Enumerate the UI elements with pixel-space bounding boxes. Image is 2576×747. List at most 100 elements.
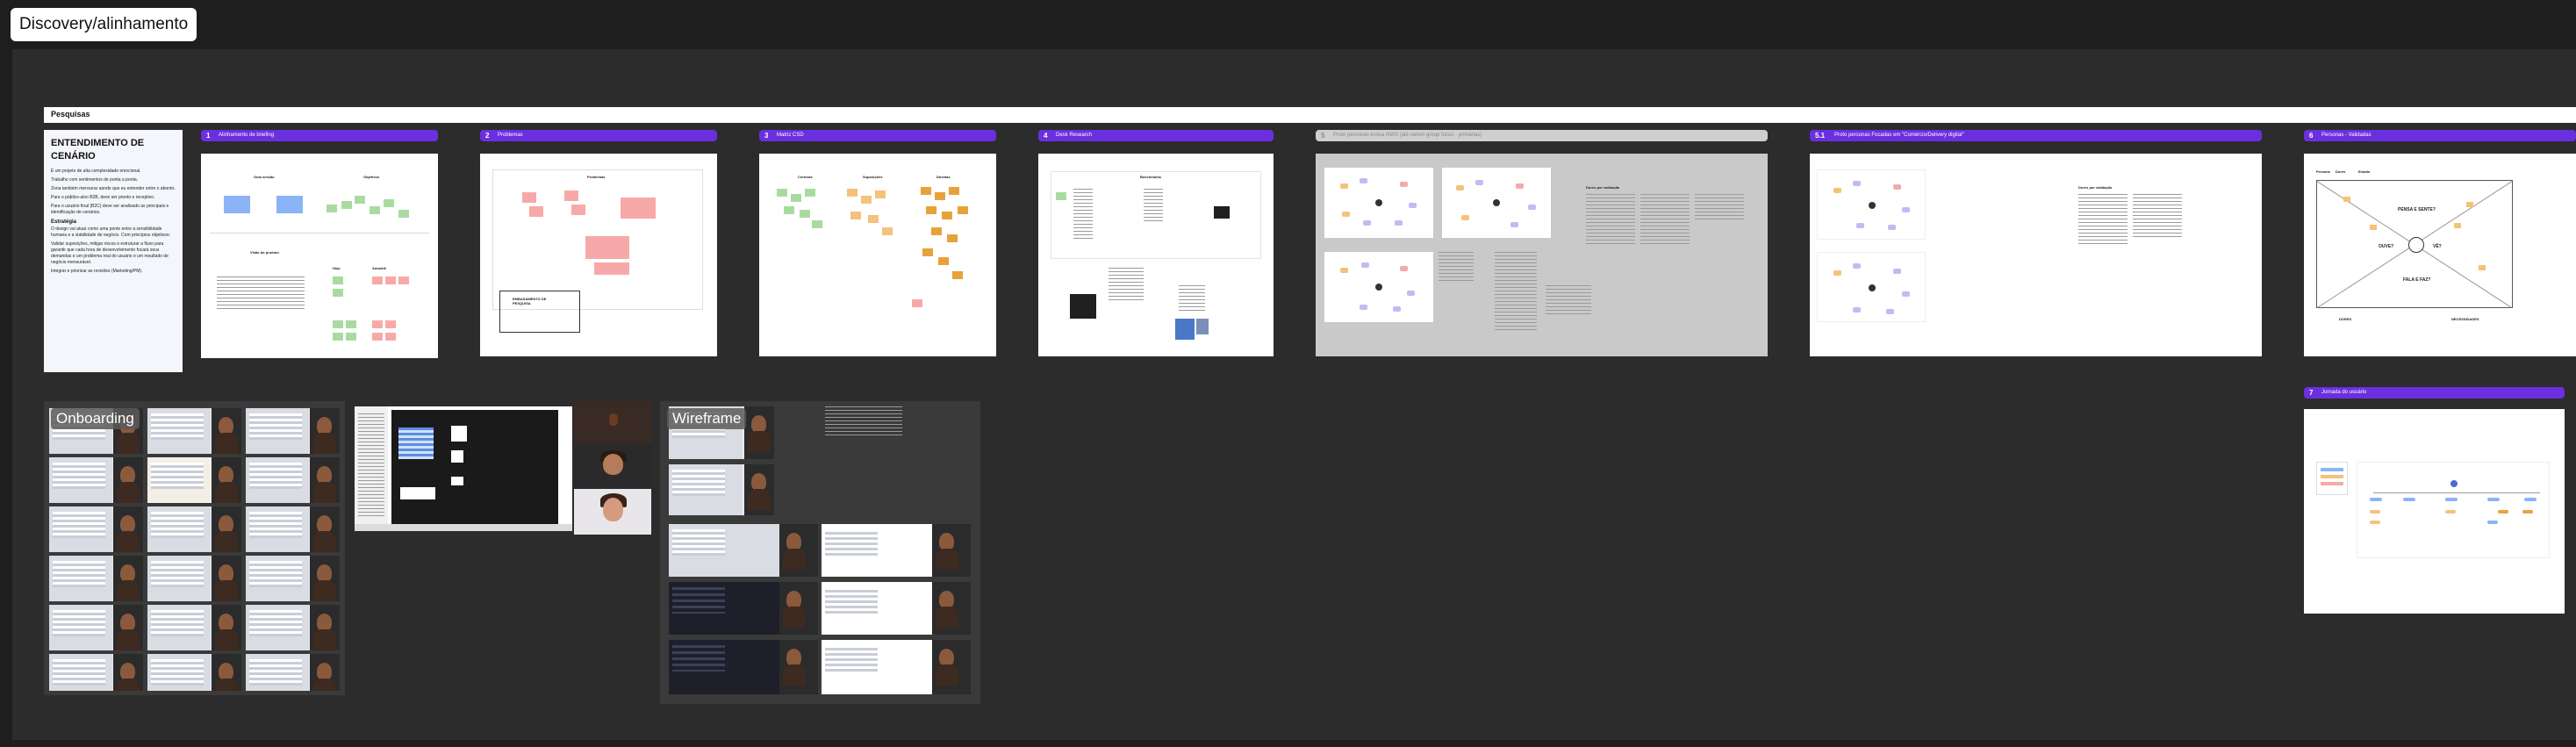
- mindmap-card[interactable]: [1442, 168, 1551, 238]
- desk-research-board[interactable]: Benchmarks: [1038, 154, 1274, 356]
- sticky-note[interactable]: [926, 206, 936, 214]
- sticky-note[interactable]: [847, 189, 857, 197]
- onboarding-screenshot[interactable]: [147, 605, 241, 650]
- frame-tag-desk-research[interactable]: 4 Desk Research: [1038, 130, 1274, 141]
- flow-step[interactable]: [2445, 498, 2458, 501]
- meeting-screenshot[interactable]: [355, 406, 572, 531]
- sticky-note[interactable]: [777, 189, 787, 197]
- onboarding-group[interactable]: Onboarding: [44, 401, 345, 695]
- wireframe-screenshot[interactable]: [822, 640, 971, 694]
- mindmap-card[interactable]: [1817, 252, 1926, 322]
- mindmap-card[interactable]: [1817, 169, 1926, 240]
- wireframe-screenshot[interactable]: [669, 640, 818, 694]
- sticky-note[interactable]: [333, 320, 343, 328]
- journey-start-node[interactable]: [2450, 480, 2458, 487]
- proto-personas-board[interactable]: Dores por validação: [1316, 154, 1768, 356]
- sticky-note[interactable]: [529, 206, 543, 217]
- mindmap-card[interactable]: [1324, 252, 1433, 322]
- sticky-note[interactable]: [333, 333, 343, 341]
- sticky-note[interactable]: [385, 333, 396, 341]
- sticky-note[interactable]: [921, 187, 931, 195]
- sticky-note[interactable]: [372, 277, 383, 284]
- flow-step[interactable]: [2487, 521, 2498, 524]
- flow-step[interactable]: [2403, 498, 2415, 501]
- wireframe-group[interactable]: Wireframe: [660, 401, 980, 704]
- sticky-note[interactable]: [571, 205, 585, 215]
- sticky-note[interactable]: [947, 234, 958, 242]
- sticky-note[interactable]: [370, 206, 380, 214]
- onboarding-screenshot[interactable]: [246, 506, 340, 552]
- frame-tag-validated-personas[interactable]: 6 Personas - Validadas: [2304, 130, 2576, 141]
- participant-video-3[interactable]: [574, 489, 651, 535]
- frame-tag-csd[interactable]: 3 Matriz CSD: [759, 130, 996, 141]
- screenshot-thumb[interactable]: [1196, 319, 1209, 334]
- onboarding-screenshot[interactable]: [147, 556, 241, 601]
- sticky-note[interactable]: [850, 212, 861, 219]
- onboarding-screenshot[interactable]: [246, 408, 340, 454]
- sticky-note[interactable]: [952, 271, 963, 279]
- onboarding-screenshot[interactable]: [147, 457, 241, 503]
- sticky-note[interactable]: [621, 198, 656, 219]
- frame-tag-problems[interactable]: 2 Problemas: [480, 130, 717, 141]
- sticky-note[interactable]: [346, 333, 356, 341]
- sticky-note[interactable]: [868, 215, 879, 223]
- onboarding-screenshot[interactable]: [246, 556, 340, 601]
- sticky-note[interactable]: [805, 189, 815, 197]
- sticky-note[interactable]: [800, 210, 810, 218]
- mindmap-card[interactable]: [1324, 168, 1433, 238]
- frame-tag-proto-personas[interactable]: 5 Proto personas evoca NWS (até serem gr…: [1316, 130, 1768, 141]
- sticky-note[interactable]: [333, 277, 343, 284]
- empathy-map[interactable]: PENSA E SENTE? OUVE? VÊ? FALA E FAZ?: [2316, 180, 2513, 308]
- sticky-note[interactable]: [346, 320, 356, 328]
- sticky-note[interactable]: [938, 257, 949, 265]
- sticky-note[interactable]: [812, 220, 822, 228]
- onboarding-screenshot[interactable]: [49, 506, 143, 552]
- frame-tag-user-journey[interactable]: 7 Jornada do usuário: [2304, 387, 2565, 399]
- sticky-note[interactable]: [585, 236, 629, 259]
- sticky-note[interactable]: [935, 192, 945, 200]
- wireframe-screenshot[interactable]: [822, 524, 971, 577]
- sticky-note[interactable]: [372, 320, 383, 328]
- user-journey-board[interactable]: [2304, 409, 2565, 614]
- sticky-note[interactable]: [931, 227, 942, 235]
- sticky-note[interactable]: [875, 190, 886, 198]
- sticky-note[interactable]: [385, 320, 396, 328]
- onboarding-screenshot[interactable]: [49, 605, 143, 650]
- problems-board[interactable]: Problemas EMBASAMENTO DE PESQUISA: [480, 154, 717, 356]
- sticky-note[interactable]: [398, 210, 409, 218]
- section-header[interactable]: Pesquisas: [44, 107, 2576, 123]
- onboarding-screenshot[interactable]: [147, 506, 241, 552]
- flow-step[interactable]: [2370, 510, 2380, 514]
- sticky-note[interactable]: [341, 201, 352, 209]
- sticky-note[interactable]: [2370, 225, 2377, 230]
- onboarding-screenshot[interactable]: [147, 654, 241, 691]
- sticky-note[interactable]: [922, 248, 933, 256]
- onboarding-screenshot[interactable]: [49, 457, 143, 503]
- onboarding-screenshot[interactable]: [246, 457, 340, 503]
- screenshot-thumb[interactable]: [1070, 294, 1096, 319]
- flow-step[interactable]: [2498, 510, 2508, 514]
- flow-step[interactable]: [2524, 498, 2537, 501]
- sticky-note[interactable]: [398, 277, 409, 284]
- research-basis-box[interactable]: EMBASAMENTO DE PESQUISA: [499, 291, 580, 333]
- wireframe-screenshot[interactable]: [669, 524, 818, 577]
- sticky-note[interactable]: [2343, 197, 2350, 202]
- journey-legend[interactable]: [2316, 462, 2348, 495]
- onboarding-screenshot[interactable]: [147, 408, 241, 454]
- flow-step[interactable]: [2445, 510, 2456, 514]
- sticky-note[interactable]: [958, 206, 968, 214]
- document-title-badge[interactable]: Discovery/alinhamento: [11, 8, 197, 41]
- csd-matrix-board[interactable]: Certezas Suposições Dúvidas: [759, 154, 996, 356]
- sticky-note[interactable]: [949, 187, 959, 195]
- sticky-note[interactable]: [372, 333, 383, 341]
- sticky-note[interactable]: [594, 262, 629, 275]
- frame-tag-briefing[interactable]: 1 Alinhamento de briefing: [201, 130, 438, 141]
- sticky-note[interactable]: [385, 277, 396, 284]
- sticky-note[interactable]: [355, 196, 365, 204]
- sticky-note[interactable]: [2466, 202, 2473, 207]
- flow-step[interactable]: [2370, 521, 2380, 524]
- validated-personas-board[interactable]: Persona Dores Estado PENSA E SENTE? OUVE…: [2304, 154, 2576, 356]
- focused-personas-board[interactable]: Dores por validação: [1810, 154, 2262, 356]
- frame-tag-proto-personas-focused[interactable]: 5.1 Proto personas Focadas em "Comércio/…: [1810, 130, 2262, 141]
- sticky-note[interactable]: [942, 212, 952, 219]
